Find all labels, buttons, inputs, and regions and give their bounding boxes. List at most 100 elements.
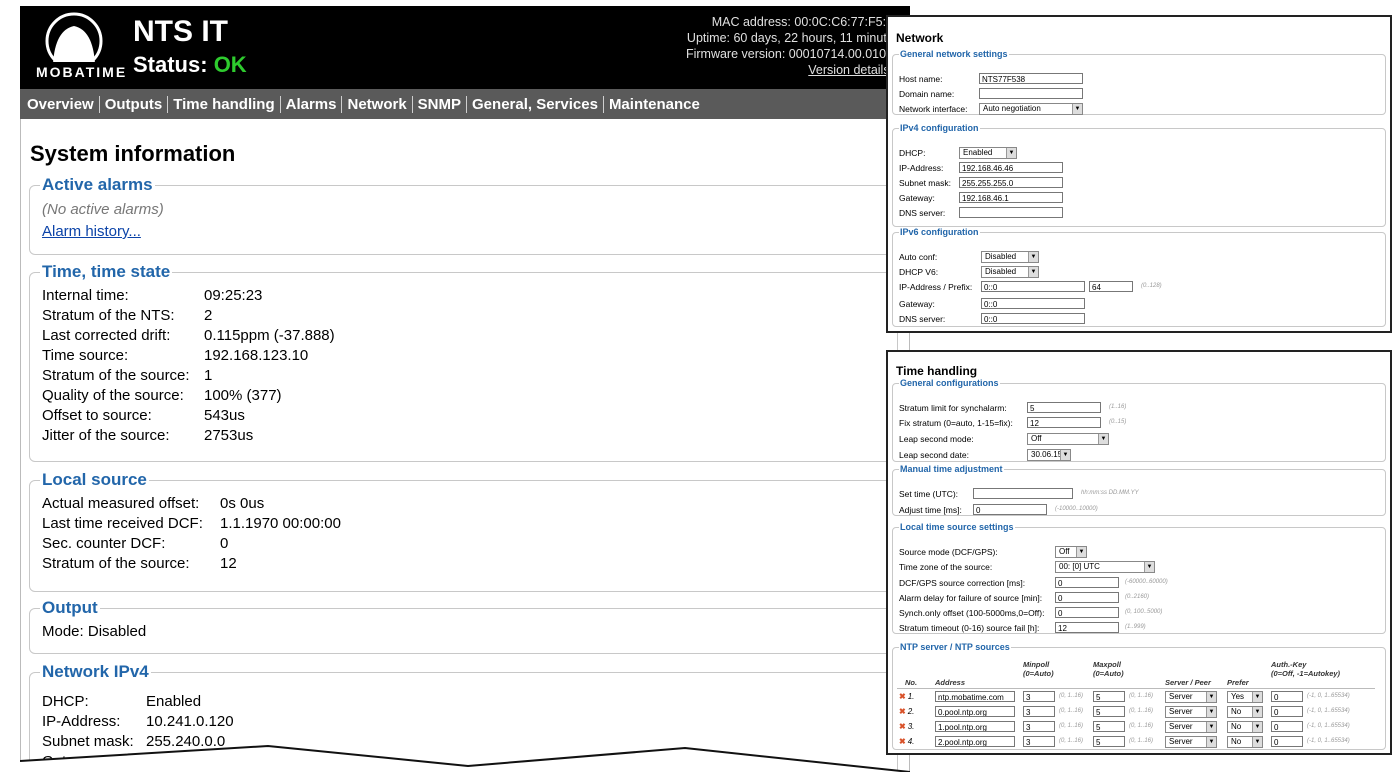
ntp-address-input[interactable]: 1.pool.ntp.org bbox=[935, 721, 1015, 732]
status-value: OK bbox=[213, 52, 247, 77]
column-header: Prefer bbox=[1227, 678, 1249, 687]
field-label: Synch.only offset (100-5000ms,0=Off): bbox=[899, 608, 1045, 618]
network-interface-select[interactable]: Auto negotiation ▼ bbox=[979, 103, 1083, 115]
delete-icon[interactable]: ✖ bbox=[899, 722, 906, 731]
nav-snmp[interactable]: SNMP bbox=[413, 95, 468, 113]
leap-second-date-select[interactable]: 30.06.15 ▼ bbox=[1027, 449, 1071, 461]
info-label: DHCP: bbox=[42, 693, 89, 710]
info-label: Last time received DCF: bbox=[42, 515, 203, 532]
maxpoll-input[interactable]: 5 bbox=[1093, 721, 1125, 732]
dropdown-arrow-icon: ▼ bbox=[1028, 267, 1038, 277]
ntp-address-input[interactable]: ntp.mobatime.com bbox=[935, 691, 1015, 702]
nav-time-handling[interactable]: Time handling bbox=[168, 95, 281, 113]
info-value: 12 bbox=[220, 555, 237, 572]
minpoll-input[interactable]: 3 bbox=[1023, 691, 1055, 702]
leap-second-mode-select[interactable]: Off ▼ bbox=[1027, 433, 1109, 445]
auth-key-input[interactable]: 0 bbox=[1271, 736, 1303, 747]
maxpoll-input[interactable]: 5 bbox=[1093, 706, 1125, 717]
auth-key-input[interactable]: 0 bbox=[1271, 691, 1303, 702]
dhcp-v6-select[interactable]: Disabled ▼ bbox=[981, 266, 1039, 278]
alarm-delay-input[interactable]: 0 bbox=[1055, 592, 1119, 603]
fix-stratum-input[interactable]: 12 bbox=[1027, 417, 1101, 428]
delete-icon[interactable]: ✖ bbox=[899, 692, 906, 701]
nav-outputs[interactable]: Outputs bbox=[100, 95, 169, 113]
stratum-timeout-input[interactable]: 12 bbox=[1055, 622, 1119, 633]
row-number-text: 3. bbox=[907, 722, 915, 731]
prefer-select[interactable]: Yes ▼ bbox=[1227, 691, 1263, 703]
server-peer-select[interactable]: Server ▼ bbox=[1165, 736, 1217, 748]
subnet-mask-input[interactable]: 255.255.255.0 bbox=[959, 177, 1063, 188]
info-row: Gateway: 10.2 bbox=[42, 752, 885, 772]
info-row: Quality of the source: 100% (377) bbox=[42, 386, 885, 406]
server-peer-select[interactable]: Server ▼ bbox=[1165, 721, 1217, 733]
group-legend: Manual time adjustment bbox=[900, 464, 1003, 474]
info-row: Internal time: 09:25:23 bbox=[42, 286, 885, 306]
info-label: Subnet mask: bbox=[42, 733, 134, 750]
info-label: Actual measured offset: bbox=[42, 495, 200, 512]
host-name-input[interactable]: NTS77F538 bbox=[979, 73, 1083, 84]
field-label: IP-Address / Prefix: bbox=[899, 282, 973, 292]
auth-key-input[interactable]: 0 bbox=[1271, 706, 1303, 717]
field-label: Set time (UTC): bbox=[899, 489, 959, 499]
source-mode-select[interactable]: Off ▼ bbox=[1055, 546, 1087, 558]
alarm-history-link[interactable]: Alarm history... bbox=[42, 223, 141, 240]
info-value: 2753us bbox=[204, 427, 254, 444]
field-label: DNS server: bbox=[899, 208, 946, 218]
dhcp-select[interactable]: Enabled ▼ bbox=[959, 147, 1017, 159]
delete-icon[interactable]: ✖ bbox=[899, 737, 906, 746]
field-hint: (0, 1..16) bbox=[1129, 723, 1154, 729]
gateway-input[interactable]: 192.168.46.1 bbox=[959, 192, 1063, 203]
adjust-time-input[interactable]: 0 bbox=[973, 504, 1047, 515]
delete-icon[interactable]: ✖ bbox=[899, 707, 906, 716]
select-value: Enabled bbox=[963, 148, 993, 157]
nav-alarms[interactable]: Alarms bbox=[281, 95, 343, 113]
select-value: Server bbox=[1169, 707, 1193, 716]
auth-key-input[interactable]: 0 bbox=[1271, 721, 1303, 732]
minpoll-input[interactable]: 3 bbox=[1023, 721, 1055, 732]
minpoll-input[interactable]: 3 bbox=[1023, 706, 1055, 717]
set-time-input[interactable] bbox=[973, 488, 1073, 499]
field-label: Auto conf: bbox=[899, 252, 938, 262]
info-value: 10.2 bbox=[146, 753, 176, 770]
maxpoll-input[interactable]: 5 bbox=[1093, 736, 1125, 747]
ipv6-address-input[interactable]: 0::0 bbox=[981, 281, 1085, 292]
dropdown-arrow-icon: ▼ bbox=[1098, 434, 1108, 444]
nav-overview[interactable]: Overview bbox=[22, 95, 100, 113]
ntp-address-input[interactable]: 2.pool.ntp.org bbox=[935, 736, 1015, 747]
auto-conf-select[interactable]: Disabled ▼ bbox=[981, 251, 1039, 263]
info-label: Sec. counter DCF: bbox=[42, 535, 166, 552]
ipv6-gateway-input[interactable]: 0::0 bbox=[981, 298, 1085, 309]
prefer-select[interactable]: No ▼ bbox=[1227, 736, 1263, 748]
maxpoll-input[interactable]: 5 bbox=[1093, 691, 1125, 702]
server-peer-select[interactable]: Server ▼ bbox=[1165, 706, 1217, 718]
ipv6-prefix-input[interactable]: 64 bbox=[1089, 281, 1133, 292]
field-hint: (0, 1..16) bbox=[1059, 738, 1084, 744]
dns-server-input[interactable] bbox=[959, 207, 1063, 218]
time-handling-panel: Time handling General configurations Str… bbox=[886, 350, 1392, 755]
ntp-address-input[interactable]: 0.pool.ntp.org bbox=[935, 706, 1015, 717]
info-label: Gateway: bbox=[42, 753, 106, 770]
stratum-limit-input[interactable]: 5 bbox=[1027, 402, 1101, 413]
server-peer-select[interactable]: Server ▼ bbox=[1165, 691, 1217, 703]
dropdown-arrow-icon: ▼ bbox=[1144, 562, 1154, 572]
prefer-select[interactable]: No ▼ bbox=[1227, 721, 1263, 733]
time-zone-select[interactable]: 00: [0] UTC ▼ bbox=[1055, 561, 1155, 573]
info-label: Jitter of the source: bbox=[42, 427, 170, 444]
domain-name-input[interactable] bbox=[979, 88, 1083, 99]
ipv6-configuration: IPv6 configuration Auto conf: Disabled ▼ … bbox=[892, 227, 1386, 327]
dropdown-arrow-icon: ▼ bbox=[1028, 252, 1038, 262]
ip-address-input[interactable]: 192.168.46.46 bbox=[959, 162, 1063, 173]
nav-maintenance[interactable]: Maintenance bbox=[604, 96, 705, 113]
synch-only-offset-input[interactable]: 0 bbox=[1055, 607, 1119, 618]
source-correction-input[interactable]: 0 bbox=[1055, 577, 1119, 588]
nav-network[interactable]: Network bbox=[342, 95, 413, 113]
field-label: Host name: bbox=[899, 74, 943, 84]
general-network-settings: General network settings Host name: NTS7… bbox=[892, 49, 1386, 115]
minpoll-input[interactable]: 3 bbox=[1023, 736, 1055, 747]
nav-general-services[interactable]: General, Services bbox=[467, 95, 604, 113]
prefer-select[interactable]: No ▼ bbox=[1227, 706, 1263, 718]
status-label: Status: bbox=[133, 52, 208, 77]
group-legend: General network settings bbox=[900, 49, 1008, 59]
field-hint: (0, 1..16) bbox=[1059, 708, 1084, 714]
ipv6-dns-input[interactable]: 0::0 bbox=[981, 313, 1085, 324]
